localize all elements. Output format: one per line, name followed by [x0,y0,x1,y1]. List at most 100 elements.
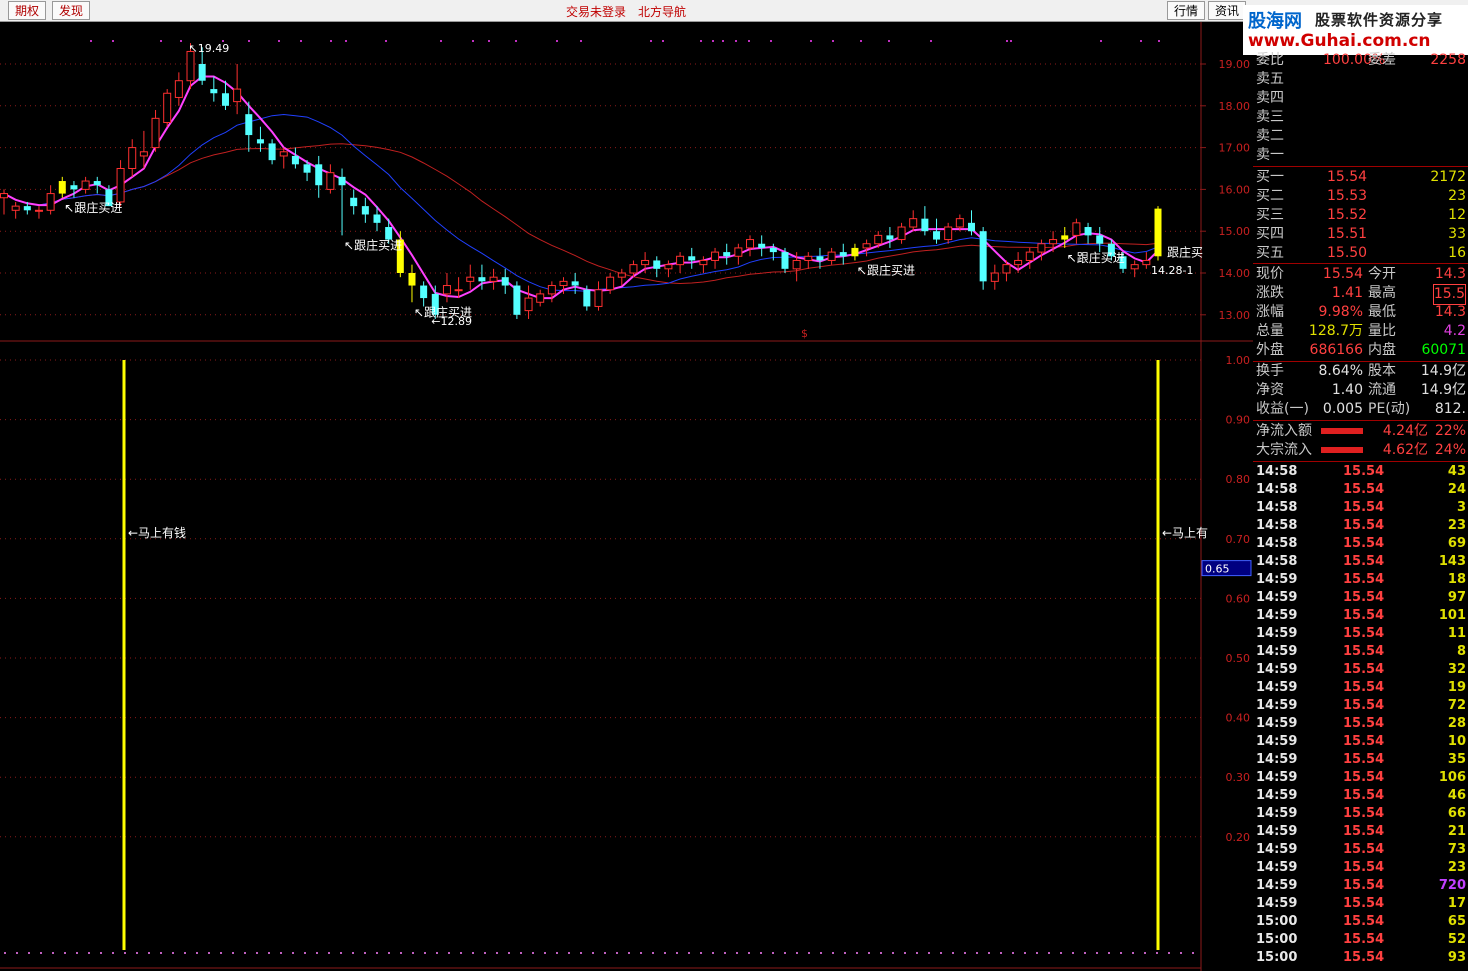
tick-volume: 106 [1438,770,1466,785]
buy-level-volume: 2172 [1430,169,1466,185]
candle-body [513,285,521,315]
candle-body [583,289,591,307]
candle-body [315,164,323,186]
separator [1253,263,1468,264]
tick-price: 15.54 [1343,590,1385,605]
signal-label: 跟庄买 [1167,244,1203,259]
top-marker [580,40,582,42]
tick-row: 14:59 15.54 18 [1253,571,1468,589]
tick-price: 15.54 [1343,896,1385,911]
bottom-marker [100,952,102,954]
discover-button[interactable]: 发现 [52,1,91,20]
bottom-marker [520,952,522,954]
stat-value: 14.9亿 [1420,382,1466,398]
stat-label: 今开 [1368,266,1396,282]
candle-body [478,277,486,282]
top-marker [556,40,558,42]
candle-body [221,93,229,106]
price-tick-label: 19.00 [1219,58,1251,71]
candle-body [851,247,859,257]
stat-value: 4.2 [1443,323,1466,339]
tick-price: 15.54 [1343,662,1385,677]
stat-value: 9.98% [1318,304,1363,320]
stat-label: 现价 [1256,266,1284,282]
tick-time: 14:59 [1256,824,1298,839]
stat-row: 换手 8.64% 股本 14.9亿 [1253,362,1468,381]
tick-row: 14:59 15.54 73 [1253,841,1468,859]
tick-volume: 66 [1447,806,1466,821]
sell-level-label: 卖五 [1256,71,1284,87]
indicator-tick-label: 0.30 [1226,771,1251,784]
diff-value: 2258 [1430,52,1466,68]
flow-bar [1321,428,1363,434]
buy-level-price: 15.50 [1327,245,1368,261]
stat-value: 0.005 [1322,401,1363,417]
bottom-marker [640,952,642,954]
top-marker [248,40,250,42]
top-marker [90,40,92,42]
sell-level-label: 卖二 [1256,128,1284,144]
bottom-marker [628,952,630,954]
top-marker [722,40,724,42]
top-marker [278,40,280,42]
candle-body [699,259,708,266]
tick-volume: 73 [1447,842,1466,857]
top-marker [860,40,862,42]
candle-body [1072,222,1081,236]
tick-price: 15.54 [1343,572,1385,587]
kline-chart[interactable]: 19.00 18.00 17.00 16.00 15.00 14.00 13.00 1.00 0… [0,22,1253,971]
info-button[interactable]: 资讯 [1208,1,1247,20]
candle-body [629,264,638,274]
candle-body [174,80,183,98]
bottom-marker [160,952,162,954]
bottom-marker [472,952,474,954]
bottom-marker [484,952,486,954]
candle-body [139,151,148,157]
candle-body [571,281,579,286]
candle-body [11,205,20,211]
buy-level-row: 买四 15.51 33 [1253,225,1468,244]
candle-body [291,155,299,165]
stat-value: 15.5 [1432,284,1466,305]
trade-login-link[interactable]: 交易未登录 [566,3,626,20]
tick-time: 14:59 [1256,752,1298,767]
candle-body [186,50,195,82]
tick-time: 14:59 [1256,860,1298,875]
candle-body [361,206,369,215]
bottom-marker [220,952,222,954]
tick-row: 14:59 15.54 35 [1253,751,1468,769]
bottom-marker [292,952,294,954]
signal-label: ↖跟庄买进 [344,237,402,252]
tick-time: 14:58 [1256,518,1298,533]
sell-level-row: 卖二 [1253,127,1468,146]
top-marker [712,40,714,42]
candle-body [1002,264,1011,274]
bottom-marker [376,952,378,954]
options-button[interactable]: 期权 [8,1,47,20]
tick-price: 15.54 [1343,554,1385,569]
buy-level-row: 买五 15.50 16 [1253,244,1468,263]
stat-label: 最高 [1368,285,1396,301]
candle-body [151,117,160,149]
tick-row: 14:58 15.54 3 [1253,499,1468,517]
logo-slogan: 股票软件资源分享 [1315,11,1444,29]
price-tick-label: 13.00 [1219,309,1251,322]
top-marker [1158,40,1160,42]
top-marker [385,40,387,42]
broker-nav-link[interactable]: 北方导航 [638,3,686,20]
tick-row: 14:59 15.54 66 [1253,805,1468,823]
candle-body [489,276,498,282]
bottom-marker [1036,952,1038,954]
candle-body [594,289,603,307]
tick-volume: 65 [1447,914,1466,929]
bottom-marker [748,952,750,954]
candle-body [210,89,218,94]
buy-level-label: 买四 [1256,226,1284,242]
indicator-bar [1156,360,1160,950]
candle-body [326,172,335,190]
tick-price: 15.54 [1343,806,1385,821]
quote-button[interactable]: 行情 [1167,1,1206,20]
price-tick-label: 17.00 [1219,142,1251,155]
tick-volume: 97 [1447,590,1466,605]
tick-volume: 23 [1447,518,1466,533]
